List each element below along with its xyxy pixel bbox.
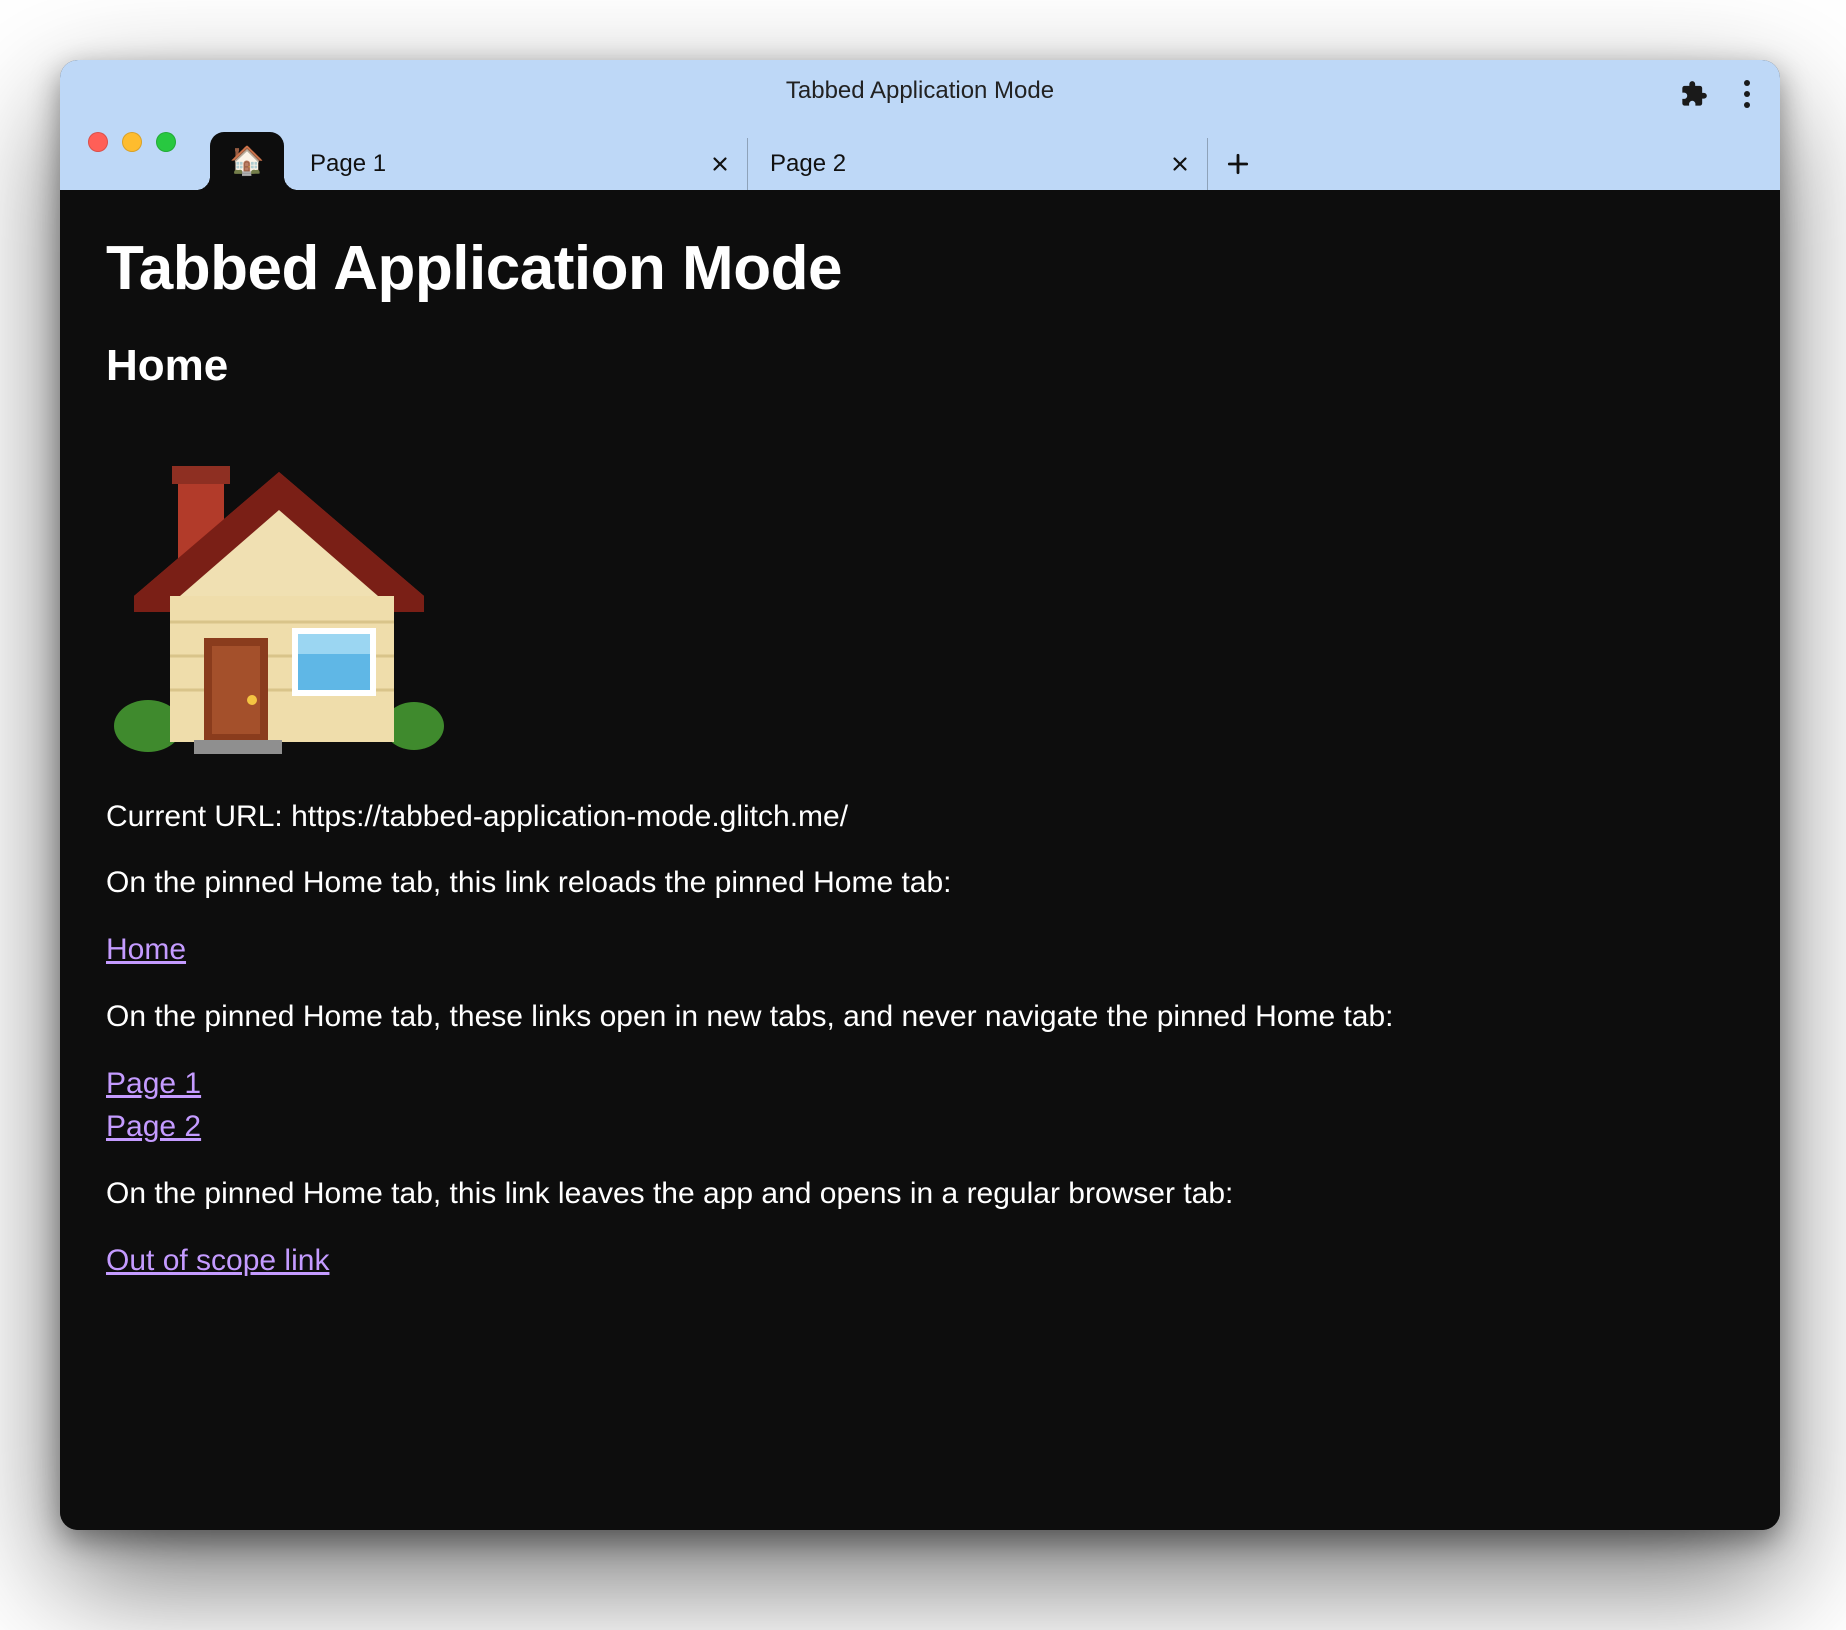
house-icon: 🏠 (230, 147, 265, 175)
para-outscope: On the pinned Home tab, this link leaves… (106, 1173, 1734, 1215)
close-icon[interactable] (709, 153, 731, 175)
current-url-value: https://tabbed-application-mode.glitch.m… (291, 800, 848, 833)
link-home[interactable]: Home (106, 928, 1734, 972)
tab-label: Page 1 (310, 150, 699, 178)
tab-strip: 🏠 Page 1 Page 2 (210, 120, 1780, 190)
pinned-tab-home[interactable]: 🏠 (210, 132, 284, 190)
app-window: Tabbed Application Mode 🏠 (60, 60, 1780, 1530)
page-title: Tabbed Application Mode (106, 226, 1734, 313)
tab-page-2[interactable]: Page 2 (748, 138, 1208, 190)
para-reload: On the pinned Home tab, this link reload… (106, 862, 1734, 904)
link-page-2[interactable]: Page 2 (106, 1105, 1734, 1149)
para-newtabs: On the pinned Home tab, these links open… (106, 996, 1734, 1038)
menu-icon[interactable] (1734, 74, 1760, 114)
window-close-button[interactable] (88, 132, 108, 152)
tab-label: Page 2 (770, 150, 1159, 178)
close-icon[interactable] (1169, 153, 1191, 175)
window-zoom-button[interactable] (156, 132, 176, 152)
house-icon (114, 426, 444, 756)
tab-page-1[interactable]: Page 1 (288, 138, 748, 190)
current-url-line: Current URL: https://tabbed-application-… (106, 796, 1734, 838)
page-content: Tabbed Application Mode Home (60, 190, 1780, 1530)
current-url-label: Current URL: (106, 800, 291, 833)
window-minimize-button[interactable] (122, 132, 142, 152)
new-tab-button[interactable] (1208, 138, 1268, 190)
link-page-1[interactable]: Page 1 (106, 1062, 1734, 1106)
traffic-lights (88, 132, 176, 152)
window-title: Tabbed Application Mode (786, 77, 1054, 105)
extensions-icon[interactable] (1680, 80, 1708, 108)
link-out-of-scope[interactable]: Out of scope link (106, 1239, 1734, 1283)
hero-image (114, 426, 1734, 756)
page-subtitle: Home (106, 335, 1734, 397)
titlebar: Tabbed Application Mode 🏠 (60, 60, 1780, 190)
